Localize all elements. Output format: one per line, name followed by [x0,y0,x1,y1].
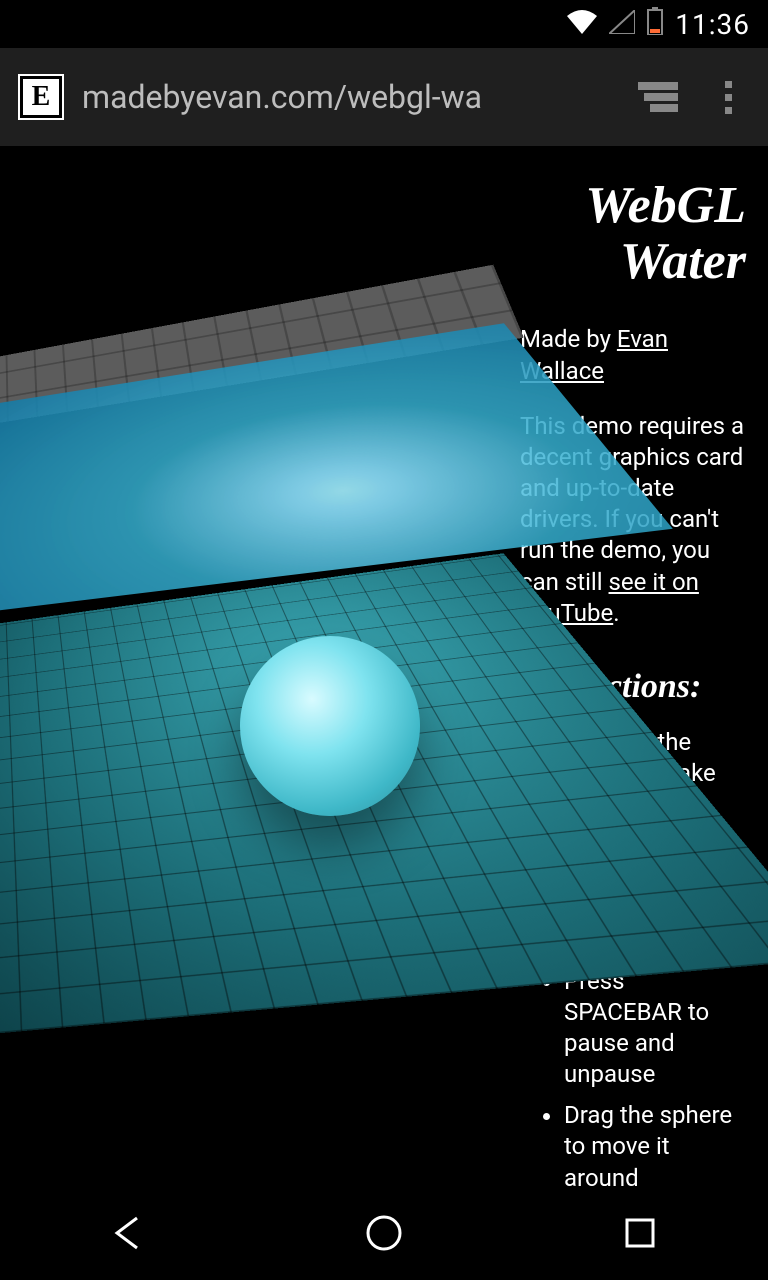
overflow-menu-icon[interactable] [708,81,748,114]
cell-signal-icon [609,8,635,41]
byline: Made by Evan Wallace [520,324,746,386]
android-nav-bar [0,1186,768,1280]
sphere[interactable] [240,636,420,816]
page-title: WebGL Water [520,178,746,290]
home-button[interactable] [359,1208,409,1258]
webgl-canvas[interactable] [0,146,510,1186]
browser-toolbar: E madebyevan.com/webgl-wa [0,48,768,146]
url-bar[interactable]: madebyevan.com/webgl-wa [82,78,618,116]
recents-button[interactable] [615,1208,665,1258]
android-status-bar: 11:36 [0,0,768,48]
list-item: Drag the sphere to move it around [564,1100,746,1186]
wifi-icon [567,8,597,41]
back-button[interactable] [103,1208,153,1258]
status-time: 11:36 [675,8,750,41]
tabs-icon[interactable] [638,82,678,112]
list-item: Press SPACEBAR to pause and unpause [564,966,746,1091]
pool-scene [0,346,490,1046]
page-content: WebGL Water Made by Evan Wallace This de… [0,146,768,1186]
site-favicon: E [20,76,62,118]
battery-icon [647,7,663,42]
